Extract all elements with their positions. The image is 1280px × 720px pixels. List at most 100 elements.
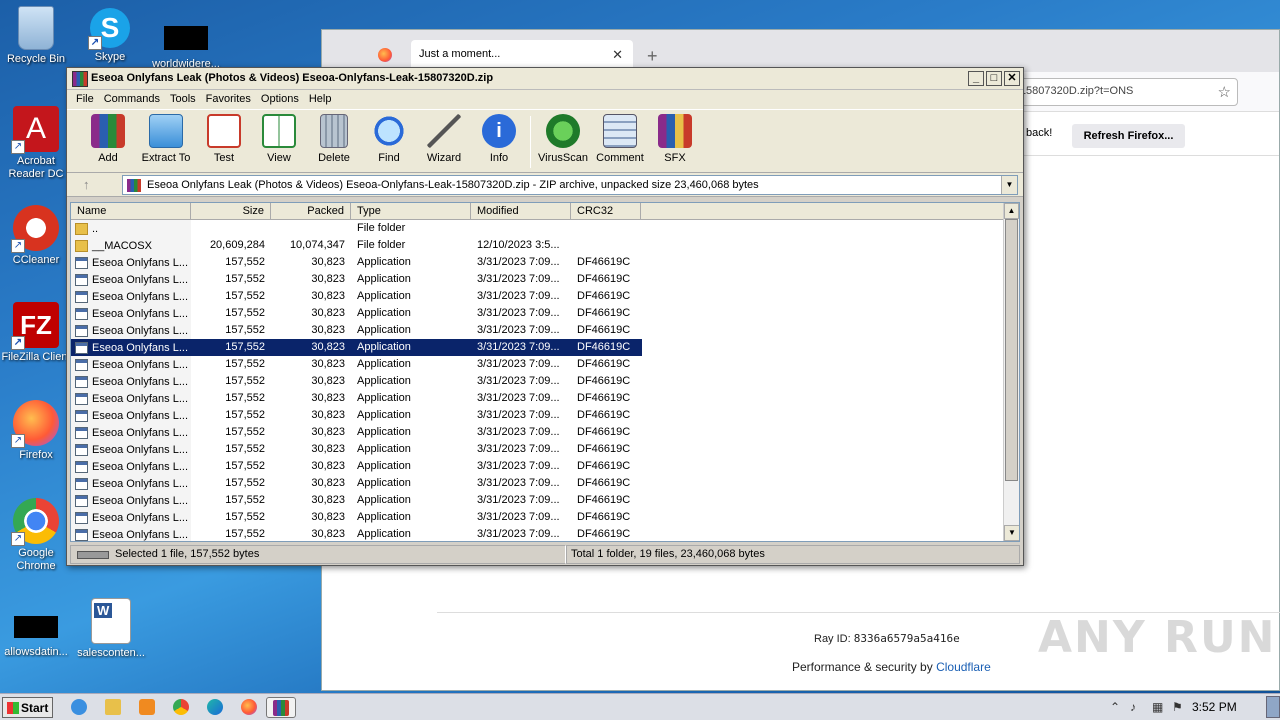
table-row[interactable]: .. File folder	[71, 220, 1019, 237]
menu-help[interactable]: Help	[304, 92, 337, 107]
file-crc-cell	[571, 220, 641, 237]
bookmark-star-icon[interactable]: ☆	[1218, 83, 1231, 101]
extract-to-button[interactable]: Extract To	[135, 114, 197, 164]
table-row[interactable]: Eseoa Onlyfans L... 157,552 30,823 Applicat…	[71, 288, 1019, 305]
desktop-icon-label: Skype	[94, 51, 126, 63]
desktop-icon-recycle-bin[interactable]: Recycle Bin	[0, 6, 74, 66]
add-button[interactable]: Add	[77, 114, 139, 164]
file-crc-cell: DF46619C	[577, 460, 631, 472]
desktop-icon-acrobat[interactable]: A ↗ Acrobat Reader DC	[0, 106, 74, 181]
file-size-cell: 157,552	[225, 290, 265, 302]
table-row[interactable]: Eseoa Onlyfans L... 157,552 30,823 Applicat…	[71, 322, 1019, 339]
taskbar-explorer[interactable]	[101, 697, 125, 718]
drive-icon[interactable]	[77, 551, 109, 559]
column-size[interactable]: Size	[191, 203, 271, 219]
start-button[interactable]: Start	[2, 697, 53, 718]
column-name[interactable]: Name	[71, 203, 191, 219]
desktop-icon-skype[interactable]: S ↗ Skype	[72, 8, 148, 64]
table-row[interactable]: Eseoa Onlyfans L... 157,552 30,823 Applicat…	[71, 509, 1019, 526]
view-button[interactable]: View	[248, 114, 310, 164]
table-row[interactable]: Eseoa Onlyfans L... 157,552 30,823 Applicat…	[71, 373, 1019, 390]
menu-commands[interactable]: Commands	[99, 92, 165, 107]
table-row[interactable]: Eseoa Onlyfans L... 157,552 30,823 Applicat…	[71, 356, 1019, 373]
file-crc-cell: DF46619C	[577, 290, 631, 302]
file-name-text: Eseoa Onlyfans L...	[92, 528, 188, 541]
table-row[interactable]: Eseoa Onlyfans L... 157,552 30,823 Applicat…	[71, 526, 1019, 541]
column-modified[interactable]: Modified	[471, 203, 571, 219]
file-packed-cell: 30,823	[311, 528, 345, 540]
table-row[interactable]: Eseoa Onlyfans L... 157,552 30,823 Applicat…	[71, 441, 1019, 458]
table-row[interactable]: Eseoa Onlyfans L... 157,552 30,823 Applicat…	[71, 390, 1019, 407]
file-modified-cell: 3/31/2023 7:09...	[477, 443, 560, 455]
delete-button[interactable]: Delete	[303, 114, 365, 164]
clock[interactable]: 3:52 PM	[1192, 700, 1237, 714]
tray-expand-icon[interactable]: ⌃	[1110, 700, 1120, 714]
find-button[interactable]: Find	[358, 114, 420, 164]
table-row[interactable]: Eseoa Onlyfans L... 157,552 30,823 Applicat…	[71, 271, 1019, 288]
volume-icon[interactable]: ♪	[1130, 700, 1136, 714]
file-packed-cell: 30,823	[311, 273, 345, 285]
scroll-down-icon[interactable]: ▼	[1004, 525, 1019, 541]
winrar-window[interactable]: Eseoa Onlyfans Leak (Photos & Videos) Es…	[66, 67, 1024, 566]
table-row[interactable]: Eseoa Onlyfans L... 157,552 30,823 Applicat…	[71, 492, 1019, 509]
file-list[interactable]: Name Size Packed Type Modified CRC32 .. F…	[70, 202, 1020, 542]
test-button[interactable]: Test	[193, 114, 255, 164]
column-crc32[interactable]: CRC32	[571, 203, 641, 219]
column-type[interactable]: Type	[351, 203, 471, 219]
vertical-scrollbar[interactable]: ▲ ▼	[1003, 203, 1019, 541]
taskbar-firefox[interactable]	[237, 697, 261, 718]
taskbar-chrome[interactable]	[169, 697, 193, 718]
file-name-cell: Eseoa Onlyfans L...	[71, 441, 191, 458]
table-row[interactable]: Eseoa Onlyfans L... 157,552 30,823 Applicat…	[71, 305, 1019, 322]
table-row[interactable]: Eseoa Onlyfans L... 157,552 30,823 Applicat…	[71, 475, 1019, 492]
taskbar-media-player[interactable]	[135, 697, 159, 718]
show-desktop-button[interactable]	[1266, 696, 1280, 718]
sfx-button[interactable]: SFX	[644, 114, 706, 164]
title-bar[interactable]: Eseoa Onlyfans Leak (Photos & Videos) Es…	[67, 68, 1023, 90]
desktop-icon-ccleaner[interactable]: ↗ CCleaner	[0, 205, 74, 267]
table-row[interactable]: Eseoa Onlyfans L... 157,552 30,823 Applicat…	[71, 424, 1019, 441]
action-center-icon[interactable]: ⚑	[1172, 700, 1183, 714]
application-icon	[75, 392, 88, 405]
notice-text: back!	[1026, 127, 1053, 139]
table-row[interactable]: Eseoa Onlyfans L... 157,552 30,823 Applicat…	[71, 407, 1019, 424]
column-packed[interactable]: Packed	[271, 203, 351, 219]
chevron-down-icon[interactable]: ▼	[1001, 176, 1017, 194]
desktop-icon-filezilla[interactable]: FZ ↗ FileZilla Client	[0, 302, 74, 364]
new-tab-icon[interactable]: +	[647, 46, 658, 67]
up-arrow-icon[interactable]: ↑	[83, 177, 90, 192]
desktop-icon-worldwidere[interactable]: worldwidere...	[148, 26, 224, 71]
taskbar-winrar[interactable]	[266, 697, 296, 718]
taskbar-ie[interactable]	[67, 697, 91, 718]
virusscan-button[interactable]: VirusScan	[532, 114, 594, 164]
maximize-button[interactable]: □	[986, 71, 1002, 86]
folder-icon	[75, 222, 88, 235]
table-row-selected[interactable]: Eseoa Onlyfans L... 157,552 30,823 Applicat…	[71, 339, 642, 356]
desktop-icon-allowsdatin[interactable]: allowsdatin...	[0, 616, 74, 659]
close-tab-icon[interactable]: ✕	[612, 47, 623, 63]
menu-tools[interactable]: Tools	[165, 92, 201, 107]
menu-favorites[interactable]: Favorites	[201, 92, 256, 107]
desktop-icon-chrome[interactable]: ↗ Google Chrome	[0, 498, 74, 573]
table-row[interactable]: Eseoa Onlyfans L... 157,552 30,823 Applicat…	[71, 254, 1019, 271]
path-field[interactable]: Eseoa Onlyfans Leak (Photos & Videos) Es…	[122, 175, 1018, 195]
table-row[interactable]: __MACOSX 20,609,284 10,074,347 File folder 1…	[71, 237, 1019, 254]
refresh-firefox-button[interactable]: Refresh Firefox...	[1072, 124, 1185, 148]
taskbar-edge[interactable]	[203, 697, 227, 718]
menu-file[interactable]: File	[71, 92, 99, 107]
wizard-button[interactable]: Wizard	[413, 114, 475, 164]
cloudflare-link[interactable]: Cloudflare	[936, 660, 991, 674]
comment-button[interactable]: Comment	[589, 114, 651, 164]
desktop-icon-firefox[interactable]: ↗ Firefox	[0, 400, 74, 462]
scroll-thumb[interactable]	[1005, 219, 1018, 481]
network-icon[interactable]: ▦	[1152, 700, 1163, 714]
menu-bar: File Commands Tools Favorites Options He…	[67, 90, 1023, 109]
info-button[interactable]: i Info	[468, 114, 530, 164]
table-row[interactable]: Eseoa Onlyfans L... 157,552 30,823 Applicat…	[71, 458, 1019, 475]
minimize-button[interactable]: _	[968, 71, 984, 86]
scroll-up-icon[interactable]: ▲	[1004, 203, 1019, 219]
menu-options[interactable]: Options	[256, 92, 304, 107]
desktop-icon-salescontent[interactable]: W salesconten...	[73, 598, 149, 660]
close-button[interactable]: ✕	[1004, 71, 1020, 86]
folder-icon	[75, 239, 88, 252]
